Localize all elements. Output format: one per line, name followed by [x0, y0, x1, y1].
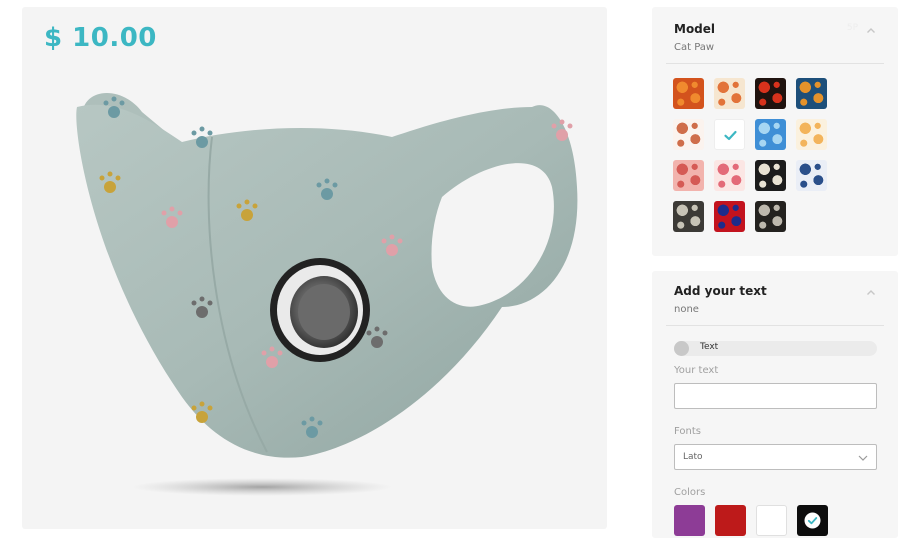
pattern-swatch-blue-tribal[interactable]	[796, 78, 827, 109]
text-panel: Add your text none Text Your text Fonts …	[652, 271, 898, 538]
pattern-swatch-pink-floral[interactable]	[673, 160, 704, 191]
pattern-swatch-dark-camo[interactable]	[755, 160, 786, 191]
text-color-purple[interactable]	[674, 505, 705, 536]
toggle-label: Text	[700, 342, 719, 352]
pattern-swatch-maple-leaves[interactable]	[673, 119, 704, 150]
price-label: $ 10.00	[44, 23, 157, 53]
divider	[666, 325, 884, 326]
pattern-swatch-christmas-sweater[interactable]	[755, 78, 786, 109]
text-color-red[interactable]	[715, 505, 746, 536]
pattern-swatch-hearts[interactable]	[796, 119, 827, 150]
text-panel-title: Add your text	[674, 284, 767, 298]
model-selected-value: Cat Paw	[674, 42, 715, 53]
text-color-black[interactable]	[797, 505, 828, 536]
model-sku: 5P	[846, 23, 858, 33]
your-text-label: Your text	[674, 365, 719, 376]
pattern-swatch-grid	[673, 78, 838, 232]
pattern-swatch-cat-paw[interactable]	[714, 119, 745, 150]
pattern-swatch-urban-camo[interactable]	[755, 201, 786, 232]
text-toggle[interactable]: Text	[674, 341, 877, 356]
divider	[666, 63, 884, 64]
pattern-swatch-grey-camo[interactable]	[673, 201, 704, 232]
chevron-down-icon	[858, 455, 868, 461]
pattern-swatch-blue-wave[interactable]	[796, 160, 827, 191]
colors-label: Colors	[674, 487, 706, 498]
collapse-chevron-up-icon[interactable]	[866, 288, 876, 298]
collapse-chevron-up-icon[interactable]	[866, 26, 876, 36]
text-color-white[interactable]	[756, 505, 787, 536]
toggle-knob	[674, 341, 689, 356]
pattern-swatch-blue-watercolor[interactable]	[755, 119, 786, 150]
pattern-swatch-orange-rings[interactable]	[673, 78, 704, 109]
font-select[interactable]: Lato	[674, 444, 877, 470]
model-panel-title: Model	[674, 22, 716, 36]
checkmark-icon	[804, 512, 821, 529]
pattern-swatch-autumn-leaves[interactable]	[714, 78, 745, 109]
pattern-swatch-pink-brush[interactable]	[714, 160, 745, 191]
text-selected-value: none	[674, 304, 699, 315]
checkmark-icon	[724, 130, 737, 141]
your-text-input[interactable]	[674, 383, 877, 409]
model-panel: Model 5P Cat Paw	[652, 7, 898, 256]
text-color-options	[674, 505, 828, 536]
font-select-value: Lato	[683, 452, 703, 462]
fonts-label: Fonts	[674, 426, 701, 437]
pattern-swatch-spider-hero[interactable]	[714, 201, 745, 232]
face-mask-image	[76, 93, 578, 496]
product-preview: $ 10.00	[22, 7, 607, 529]
